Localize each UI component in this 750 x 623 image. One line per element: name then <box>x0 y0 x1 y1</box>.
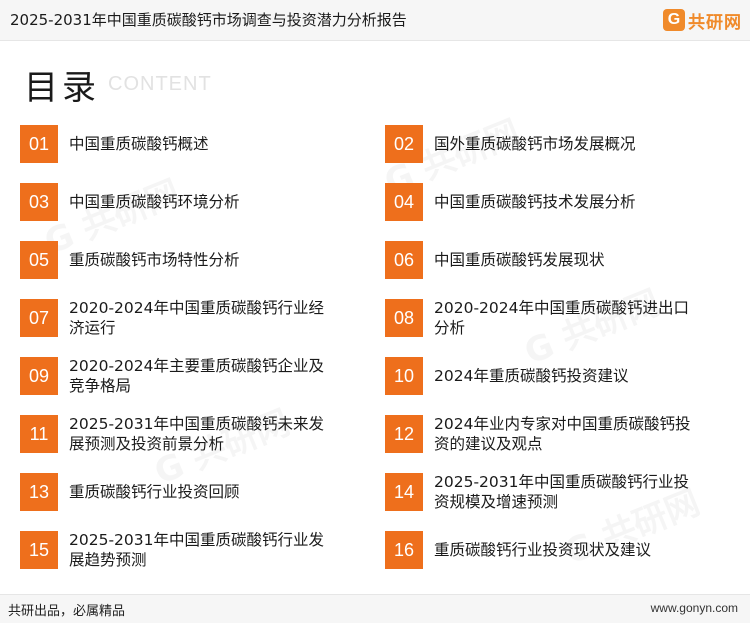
toc-item-label: 2024年业内专家对中国重质碳酸钙投资的建议及观点 <box>434 415 691 453</box>
toc-item-number: 14 <box>385 473 423 511</box>
toc-item-label: 2020-2024年中国重质碳酸钙行业经济运行 <box>69 299 324 337</box>
toc-item-number: 11 <box>20 415 58 453</box>
toc-item-label: 重质碳酸钙行业投资回顾 <box>69 483 240 501</box>
toc-item-number: 10 <box>385 357 423 395</box>
toc-item[interactable]: 15 2025-2031年中国重质碳酸钙行业发展趋势预测 <box>20 527 339 573</box>
toc-item[interactable]: 11 2025-2031年中国重质碳酸钙未来发展预测及投资前景分析 <box>20 411 339 457</box>
toc-item[interactable]: 14 2025-2031年中国重质碳酸钙行业投资规模及增速预测 <box>385 469 704 515</box>
toc-item-label: 中国重质碳酸钙技术发展分析 <box>434 193 636 211</box>
gonyn-logo-icon: G <box>663 9 685 31</box>
toc-item-number: 02 <box>385 125 423 163</box>
toc-item-number: 08 <box>385 299 423 337</box>
toc-item-label: 2025-2031年中国重质碳酸钙行业发展趋势预测 <box>69 531 324 569</box>
toc-item-number: 15 <box>20 531 58 569</box>
section-title: 目录 <box>24 68 100 108</box>
toc-item[interactable]: 13 重质碳酸钙行业投资回顾 <box>20 469 339 515</box>
toc-item-label: 国外重质碳酸钙市场发展概况 <box>434 135 636 153</box>
toc-item-label: 2024年重质碳酸钙投资建议 <box>434 367 629 385</box>
toc-item-label: 重质碳酸钙市场特性分析 <box>69 251 240 269</box>
toc-item[interactable]: 10 2024年重质碳酸钙投资建议 <box>385 353 704 399</box>
logo-text: 共研网 <box>688 12 742 33</box>
toc-item[interactable]: 12 2024年业内专家对中国重质碳酸钙投资的建议及观点 <box>385 411 704 457</box>
toc-item-number: 07 <box>20 299 58 337</box>
toc-item-number: 13 <box>20 473 58 511</box>
toc-item-number: 16 <box>385 531 423 569</box>
toc-item-number: 01 <box>20 125 58 163</box>
toc-item[interactable]: 06 中国重质碳酸钙发展现状 <box>385 237 704 283</box>
toc-item-label: 2020-2024年主要重质碳酸钙企业及竞争格局 <box>69 357 324 395</box>
toc-item[interactable]: 05 重质碳酸钙市场特性分析 <box>20 237 339 283</box>
toc-item-label: 2025-2031年中国重质碳酸钙行业投资规模及增速预测 <box>434 473 689 511</box>
toc-item-number: 06 <box>385 241 423 279</box>
section-subtitle: CONTENT <box>108 73 212 95</box>
toc-item[interactable]: 02 国外重质碳酸钙市场发展概况 <box>385 121 704 167</box>
brand-logo: G 共研网 <box>663 6 742 34</box>
toc-item-label: 中国重质碳酸钙概述 <box>69 135 209 153</box>
toc-item-number: 09 <box>20 357 58 395</box>
toc-item-label: 中国重质碳酸钙环境分析 <box>69 193 240 211</box>
toc-item-number: 05 <box>20 241 58 279</box>
footer-url: www.gonyn.com <box>650 601 738 615</box>
report-footer: 共研出品，必属精品 www.gonyn.com <box>0 594 750 623</box>
toc-item-label: 重质碳酸钙行业投资现状及建议 <box>434 541 652 559</box>
report-title: 2025-2031年中国重质碳酸钙市场调查与投资潜力分析报告 <box>10 11 407 29</box>
toc-item-number: 03 <box>20 183 58 221</box>
toc-item-number: 12 <box>385 415 423 453</box>
toc-item-label: 中国重质碳酸钙发展现状 <box>434 251 605 269</box>
toc-item[interactable]: 04 中国重质碳酸钙技术发展分析 <box>385 179 704 225</box>
toc-item[interactable]: 03 中国重质碳酸钙环境分析 <box>20 179 339 225</box>
footer-slogan: 共研出品，必属精品 <box>8 604 126 619</box>
toc-item[interactable]: 08 2020-2024年中国重质碳酸钙进出口分析 <box>385 295 704 341</box>
toc-item-label: 2025-2031年中国重质碳酸钙未来发展预测及投资前景分析 <box>69 415 324 453</box>
toc-item-label: 2020-2024年中国重质碳酸钙进出口分析 <box>434 299 689 337</box>
toc-item-number: 04 <box>385 183 423 221</box>
report-header: 2025-2031年中国重质碳酸钙市场调查与投资潜力分析报告 G 共研网 <box>0 0 750 41</box>
toc-item[interactable]: 09 2020-2024年主要重质碳酸钙企业及竞争格局 <box>20 353 339 399</box>
toc-item[interactable]: 01 中国重质碳酸钙概述 <box>20 121 339 167</box>
toc-item[interactable]: 07 2020-2024年中国重质碳酸钙行业经济运行 <box>20 295 339 341</box>
toc-item[interactable]: 16 重质碳酸钙行业投资现状及建议 <box>385 527 704 573</box>
